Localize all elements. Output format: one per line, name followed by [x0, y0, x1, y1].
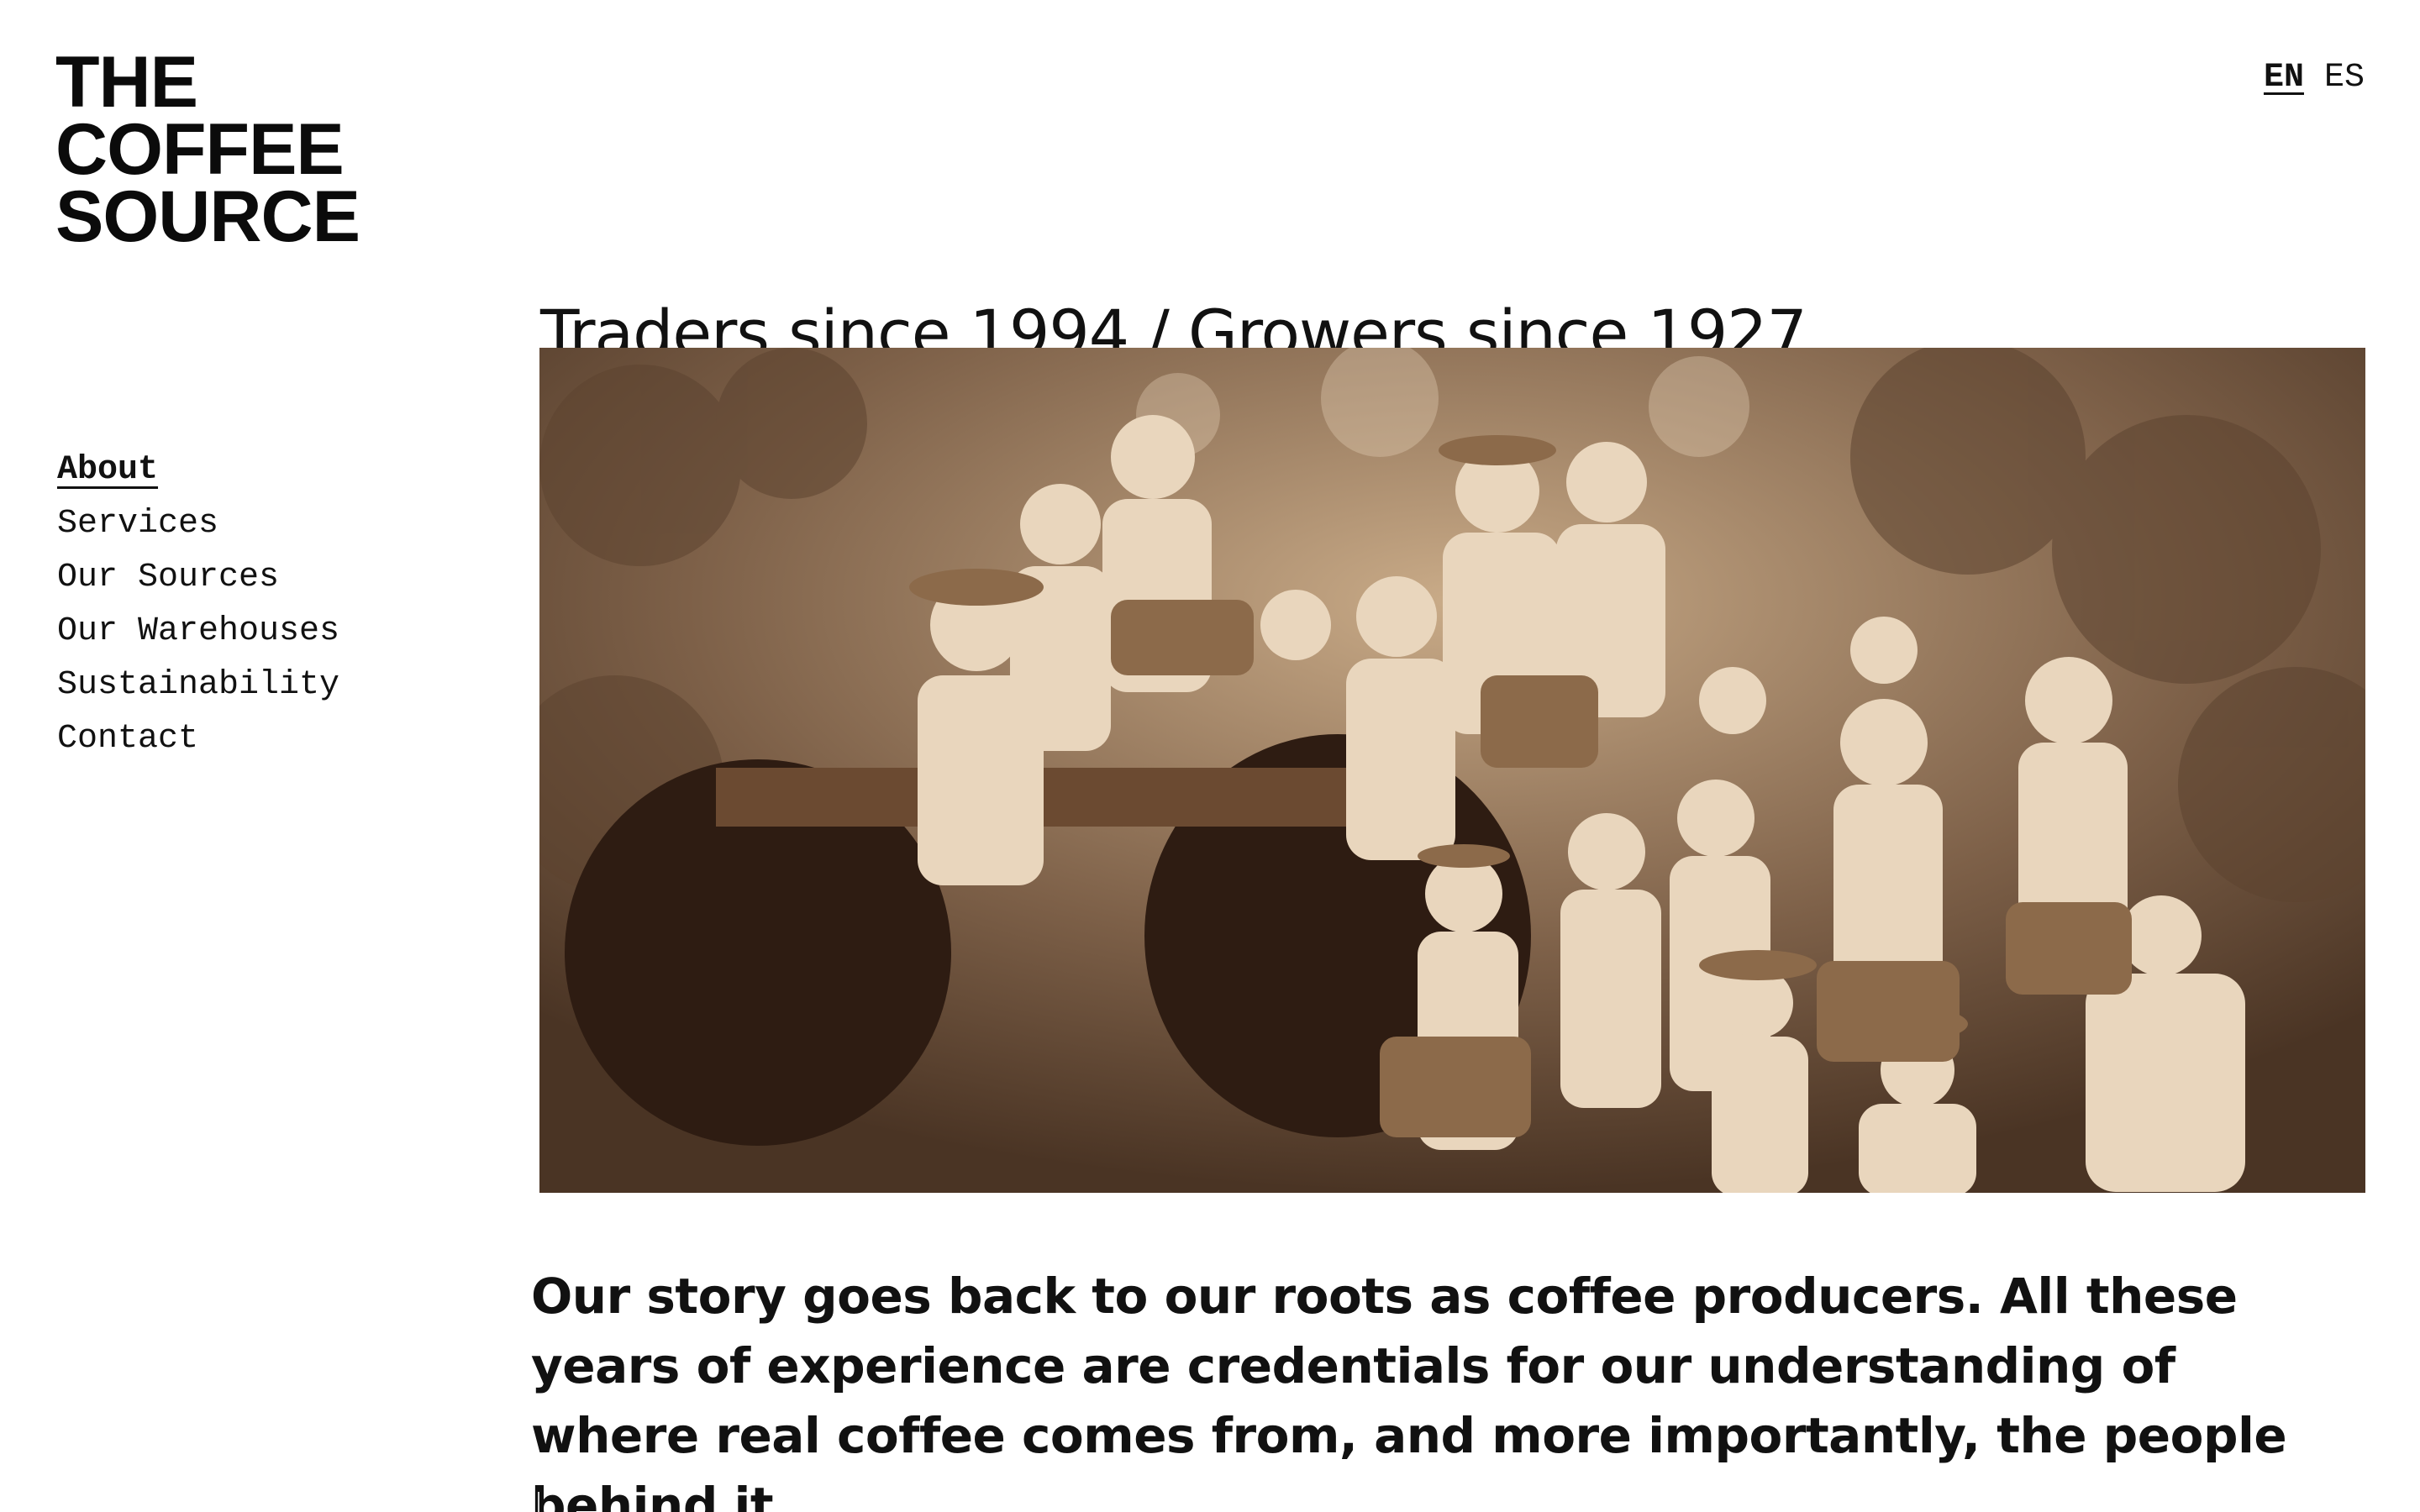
- nav-item-contact[interactable]: Contact: [57, 712, 339, 766]
- scroll-divider: [538, 1492, 539, 1512]
- historic-family-photo: [539, 348, 2365, 1193]
- nav-item-our-warehouses[interactable]: Our Warehouses: [57, 605, 339, 659]
- language-switcher: EN ES: [2264, 59, 2365, 97]
- nav-item-sustainability[interactable]: Sustainability: [57, 659, 339, 712]
- logo-line-2: COFFEE: [55, 109, 345, 190]
- language-en-link[interactable]: EN: [2264, 59, 2304, 97]
- nav-item-services[interactable]: Services: [57, 497, 339, 551]
- story-paragraph: Our story goes back to our roots as coff…: [531, 1268, 2287, 1512]
- nav-item-about[interactable]: About: [57, 444, 339, 497]
- main-nav: About Services Our Sources Our Warehouse…: [57, 444, 339, 766]
- site-logo[interactable]: THE COFFEE SOURCE: [55, 42, 360, 257]
- language-es-link[interactable]: ES: [2324, 59, 2365, 97]
- logo-line-3: SOURCE: [55, 176, 360, 257]
- logo-line-1: THE: [55, 42, 198, 123]
- nav-item-our-sources[interactable]: Our Sources: [57, 551, 339, 605]
- photo-illustration: [539, 348, 2365, 1193]
